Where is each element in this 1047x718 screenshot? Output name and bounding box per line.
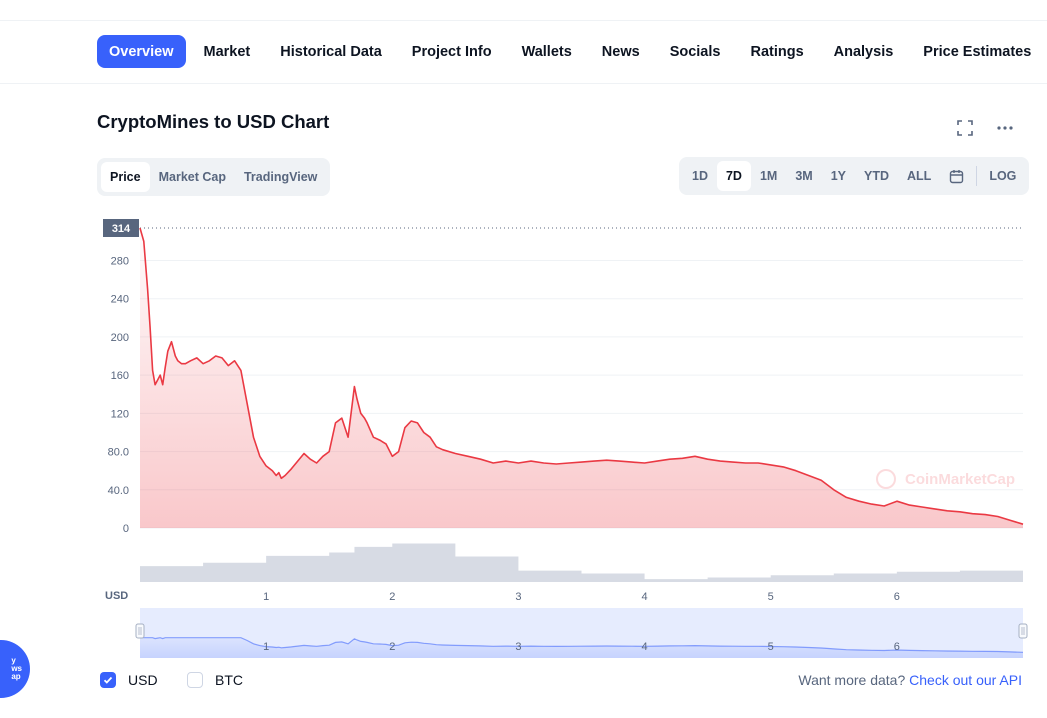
legend-label-usd: USD <box>128 672 158 688</box>
current-price-tag-label: 314 <box>112 223 131 235</box>
chart-title: CryptoMines to USD Chart <box>97 111 330 132</box>
price-chart-svg: 040.080.0120160200240280CoinMarketCap314… <box>103 219 1028 658</box>
tab-ratings[interactable]: Ratings <box>738 35 815 68</box>
tab-overview[interactable]: Overview <box>97 35 186 68</box>
price-chart[interactable]: 0 40.0 80.0 120 160 200 240 280 CoinMarketCap 314… <box>0 200 1047 670</box>
tab-wallets[interactable]: Wallets <box>510 35 584 68</box>
api-promo: Want more data? Check out our API <box>798 672 1022 688</box>
chart-type-price[interactable]: Price <box>101 162 150 192</box>
price-area <box>140 228 1023 528</box>
calendar-icon[interactable] <box>940 161 973 191</box>
watermark-logo-icon <box>876 469 896 489</box>
range-1d[interactable]: 1D <box>683 161 717 191</box>
x-tick-label: 2 <box>389 591 395 603</box>
navigator-tick-label: 4 <box>642 641 648 653</box>
range-switch: 1D 7D 1M 3M 1Y YTD ALL LOG <box>679 157 1030 195</box>
chart-type-market-cap[interactable]: Market Cap <box>150 162 235 192</box>
y-tick-label: 280 <box>111 255 129 267</box>
log-toggle[interactable]: LOG <box>980 161 1025 191</box>
api-link[interactable]: Check out our API <box>909 672 1022 688</box>
tab-price-estimates[interactable]: Price Estimates <box>911 35 1043 68</box>
legend-label-btc: BTC <box>215 672 243 688</box>
navigator-handle-left <box>135 623 145 639</box>
currency-axis-label: USD <box>105 590 128 602</box>
tab-socials[interactable]: Socials <box>658 35 733 68</box>
range-1y[interactable]: 1Y <box>822 161 855 191</box>
tab-project-info[interactable]: Project Info <box>400 35 504 68</box>
y-tick-label: 0 <box>123 523 129 535</box>
x-tick-label: 3 <box>515 591 521 603</box>
x-tick-label: 4 <box>642 591 648 603</box>
volume-area <box>140 543 1023 582</box>
floating-widget-icon: y ws ap <box>11 656 22 681</box>
chart-type-tradingview[interactable]: TradingView <box>235 162 326 192</box>
tab-historical-data[interactable]: Historical Data <box>268 35 394 68</box>
navigator-tick-label: 1 <box>263 641 269 653</box>
x-tick-label: 6 <box>894 591 900 603</box>
tab-analysis[interactable]: Analysis <box>822 35 906 68</box>
y-tick-label: 160 <box>111 370 129 382</box>
range-divider <box>976 166 978 186</box>
coin-tabs: Overview Market Historical Data Project Inf… <box>97 35 1047 68</box>
navigator-tick-label: 2 <box>389 641 395 653</box>
more-icon[interactable] <box>995 118 1015 138</box>
range-ytd[interactable]: YTD <box>855 161 898 191</box>
range-7d[interactable]: 7D <box>716 161 751 191</box>
checkbox-checked-icon[interactable] <box>100 672 116 688</box>
x-tick-label: 5 <box>768 591 774 603</box>
tab-market[interactable]: Market <box>192 35 263 68</box>
y-tick-label: 120 <box>111 408 129 420</box>
y-tick-label: 240 <box>111 294 129 306</box>
y-tick-label: 40.0 <box>108 485 129 497</box>
range-all[interactable]: ALL <box>898 161 940 191</box>
y-tick-label: 80.0 <box>108 447 129 459</box>
coin-nav: Overview Market Historical Data Project Inf… <box>0 20 1047 84</box>
chart-type-switch: Price Market Cap TradingView <box>97 158 331 196</box>
navigator-tick-label: 6 <box>894 641 900 653</box>
tab-news[interactable]: News <box>590 35 652 68</box>
fullscreen-icon[interactable] <box>955 118 975 138</box>
navigator-tick-label: 5 <box>768 641 774 653</box>
x-tick-label: 1 <box>263 591 269 603</box>
navigator-tick-label: 3 <box>515 641 521 653</box>
watermark-text: CoinMarketCap <box>905 471 1015 488</box>
range-3m[interactable]: 3M <box>786 161 821 191</box>
navigator-handle-right <box>1018 623 1028 639</box>
api-prefix: Want more data? <box>798 672 906 688</box>
checkbox-unchecked-icon[interactable] <box>187 672 203 688</box>
legend-btc[interactable]: BTC <box>187 672 243 688</box>
y-tick-label: 200 <box>111 332 129 344</box>
legend-usd[interactable]: USD <box>100 672 158 688</box>
range-1m[interactable]: 1M <box>751 161 786 191</box>
